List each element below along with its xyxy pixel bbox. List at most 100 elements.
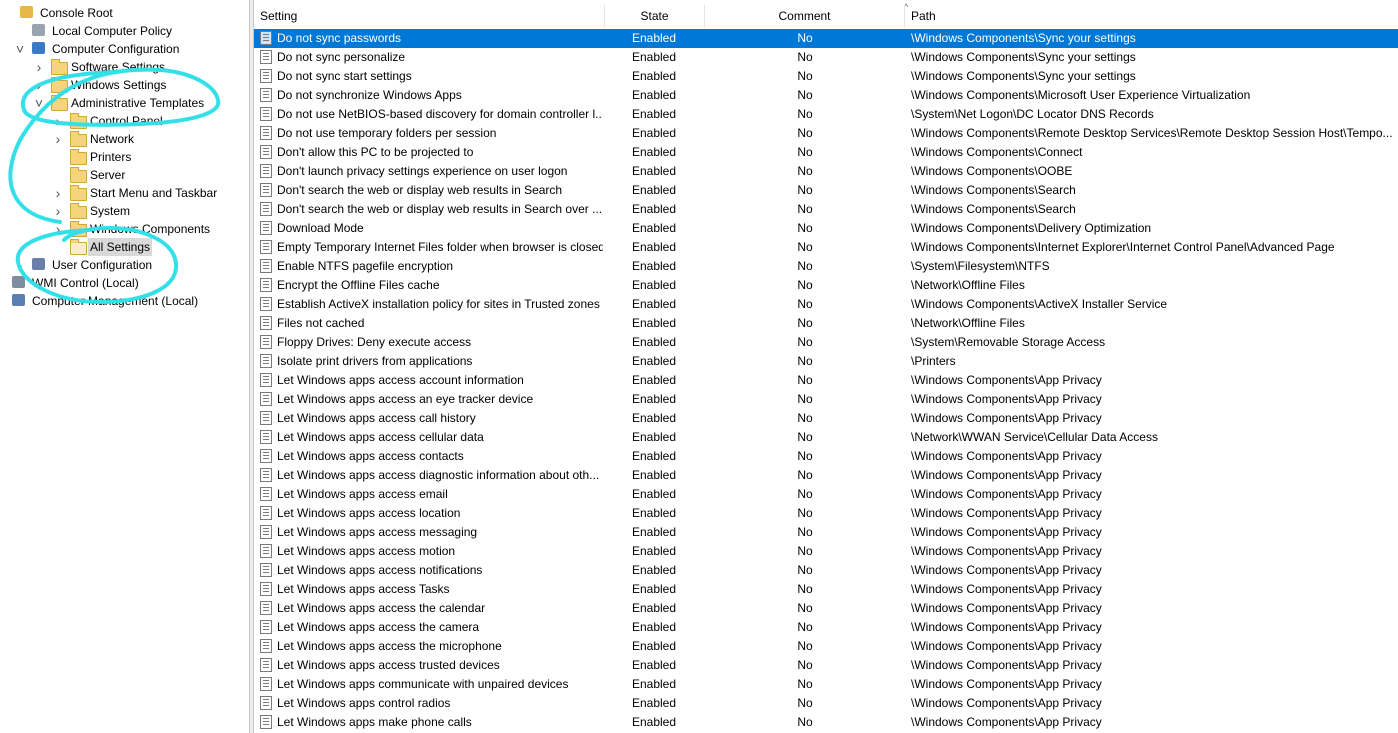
table-row[interactable]: Don't allow this PC to be projected to En… <box>254 143 1398 162</box>
state-cell: Enabled <box>631 221 677 235</box>
state-cell: Enabled <box>631 525 677 539</box>
comment-cell: No <box>797 449 813 463</box>
table-row[interactable]: Let Windows apps make phone calls Enabled… <box>254 713 1398 732</box>
table-row[interactable]: Let Windows apps access diagnostic infor… <box>254 466 1398 485</box>
tree-item-label: Windows Settings <box>71 78 167 92</box>
table-row[interactable]: Download Mode Enabled No \Windows Component… <box>254 219 1398 238</box>
table-row[interactable]: Files not cached Enabled No \Network\Offlin… <box>254 314 1398 333</box>
chevron-right-icon[interactable]: › <box>52 130 64 148</box>
comment-cell: No <box>797 240 813 254</box>
path-cell: \Windows Components\App Privacy <box>911 392 1102 406</box>
comment-cell: No <box>797 107 813 121</box>
table-row[interactable]: Let Windows apps access cellular data Ena… <box>254 428 1398 447</box>
policy-setting-icon <box>260 316 272 330</box>
table-row[interactable]: Let Windows apps access an eye tracker d… <box>254 390 1398 409</box>
setting-name-cell: Do not sync start settings <box>277 69 412 83</box>
table-row[interactable]: Let Windows apps access messaging Enabled… <box>254 523 1398 542</box>
state-cell: Enabled <box>631 316 677 330</box>
table-row[interactable]: Let Windows apps access call history Enab… <box>254 409 1398 428</box>
table-row[interactable]: Let Windows apps access the microphone En… <box>254 637 1398 656</box>
table-row[interactable]: Let Windows apps access the camera Enable… <box>254 618 1398 637</box>
comment-cell: No <box>797 259 813 273</box>
policy-setting-icon <box>260 69 272 83</box>
table-row[interactable]: Let Windows apps access contacts Enabled N… <box>254 447 1398 466</box>
chevron-right-icon[interactable]: › <box>14 256 26 274</box>
table-row[interactable]: Empty Temporary Internet Files folder wh… <box>254 238 1398 257</box>
column-header-path[interactable]: Path <box>905 5 1398 28</box>
path-cell: \Windows Components\Sync your settings <box>911 69 1136 83</box>
table-row[interactable]: Let Windows apps access notifications Ena… <box>254 561 1398 580</box>
table-row[interactable]: Establish ActiveX installation policy fo… <box>254 295 1398 314</box>
table-row[interactable]: Let Windows apps control radios Enabled No… <box>254 694 1398 713</box>
table-row[interactable]: Let Windows apps access location Enabled N… <box>254 504 1398 523</box>
path-cell: \Windows Components\App Privacy <box>911 696 1102 710</box>
tree-item-label: WMI Control (Local) <box>32 276 139 290</box>
policy-setting-icon <box>260 468 272 482</box>
tree-item-label: Start Menu and Taskbar <box>90 186 218 200</box>
path-cell: \Windows Components\Sync your settings <box>911 31 1136 45</box>
table-row[interactable]: Floppy Drives: Deny execute access Enable… <box>254 333 1398 352</box>
comment-cell: No <box>797 183 813 197</box>
state-cell: Enabled <box>631 715 677 729</box>
table-row[interactable]: Don't search the web or display web resu… <box>254 181 1398 200</box>
policy-setting-icon <box>260 506 272 520</box>
comment-cell: No <box>797 563 813 577</box>
chevron-down-icon[interactable]: ˅ <box>33 94 45 112</box>
chevron-right-icon[interactable]: › <box>52 220 64 238</box>
column-header-state[interactable]: State <box>605 5 705 28</box>
state-cell: Enabled <box>631 354 677 368</box>
table-row[interactable]: Don't search the web or display web resu… <box>254 200 1398 219</box>
table-row[interactable]: Isolate print drivers from applications E… <box>254 352 1398 371</box>
table-row[interactable]: Let Windows apps access account informat… <box>254 371 1398 390</box>
table-row[interactable]: Let Windows apps access the calendar Enab… <box>254 599 1398 618</box>
setting-name-cell: Let Windows apps access messaging <box>277 525 478 539</box>
state-cell: Enabled <box>631 31 677 45</box>
chevron-right-icon[interactable]: › <box>52 202 64 220</box>
table-row[interactable]: Let Windows apps access motion Enabled No \… <box>254 542 1398 561</box>
table-row[interactable]: Do not synchronize Windows Apps Enabled No… <box>254 86 1398 105</box>
setting-name-cell: Encrypt the Offline Files cache <box>277 278 440 292</box>
column-header-comment[interactable]: Comment <box>705 5 905 28</box>
path-cell: \Windows Components\Search <box>911 183 1076 197</box>
path-cell: \Windows Components\App Privacy <box>911 544 1102 558</box>
table-row[interactable]: Do not use NetBIOS-based discovery for d… <box>254 105 1398 124</box>
chevron-right-icon[interactable]: › <box>52 112 64 130</box>
table-row[interactable]: Do not use temporary folders per session… <box>254 124 1398 143</box>
table-row[interactable]: Let Windows apps access Tasks Enabled No \W… <box>254 580 1398 599</box>
table-row[interactable]: Let Windows apps communicate with unpair… <box>254 675 1398 694</box>
comment-cell: No <box>797 696 813 710</box>
table-row[interactable]: Do not sync passwords Enabled No \Windows C… <box>254 29 1398 48</box>
table-row[interactable]: Enable NTFS pagefile encryption Enabled No… <box>254 257 1398 276</box>
path-cell: \Windows Components\App Privacy <box>911 582 1102 596</box>
folder-icon <box>70 149 87 165</box>
table-row[interactable]: Do not sync personalize Enabled No \Windows… <box>254 48 1398 67</box>
table-row[interactable]: Let Windows apps access email Enabled No \W… <box>254 485 1398 504</box>
table-row[interactable]: Let Windows apps access trusted devices E… <box>254 656 1398 675</box>
state-cell: Enabled <box>631 696 677 710</box>
chevron-down-icon[interactable]: ˅ <box>14 40 26 58</box>
chevron-right-icon[interactable]: › <box>52 184 64 202</box>
state-cell: Enabled <box>631 183 677 197</box>
comment-cell: No <box>797 297 813 311</box>
comment-cell: No <box>797 278 813 292</box>
table-row[interactable]: Don't launch privacy settings experience… <box>254 162 1398 181</box>
policy-setting-icon <box>260 563 272 577</box>
column-header-setting[interactable]: Setting <box>254 5 605 28</box>
path-cell: \Windows Components\App Privacy <box>911 639 1102 653</box>
comment-cell: No <box>797 202 813 216</box>
console-tree[interactable]: Console Root Local Computer Policy ˅ Comput… <box>0 0 250 733</box>
chevron-right-icon[interactable]: › <box>33 58 45 76</box>
policy-setting-icon <box>260 392 272 406</box>
path-cell: \Windows Components\Internet Explorer\In… <box>911 240 1335 254</box>
tree-item-label: Network <box>90 132 135 146</box>
chevron-right-icon[interactable]: › <box>33 76 45 94</box>
tree-item-label: Local Computer Policy <box>52 24 173 38</box>
settings-list[interactable]: Setting State ^ Comment Path Do not sync… <box>254 0 1398 733</box>
table-row[interactable]: Do not sync start settings Enabled No \Wind… <box>254 67 1398 86</box>
table-row[interactable]: Encrypt the Offline Files cache Enabled No… <box>254 276 1398 295</box>
setting-name-cell: Let Windows apps access notifications <box>277 563 483 577</box>
comment-cell: No <box>797 126 813 140</box>
policy-setting-icon <box>260 278 272 292</box>
state-cell: Enabled <box>631 297 677 311</box>
state-cell: Enabled <box>631 164 677 178</box>
